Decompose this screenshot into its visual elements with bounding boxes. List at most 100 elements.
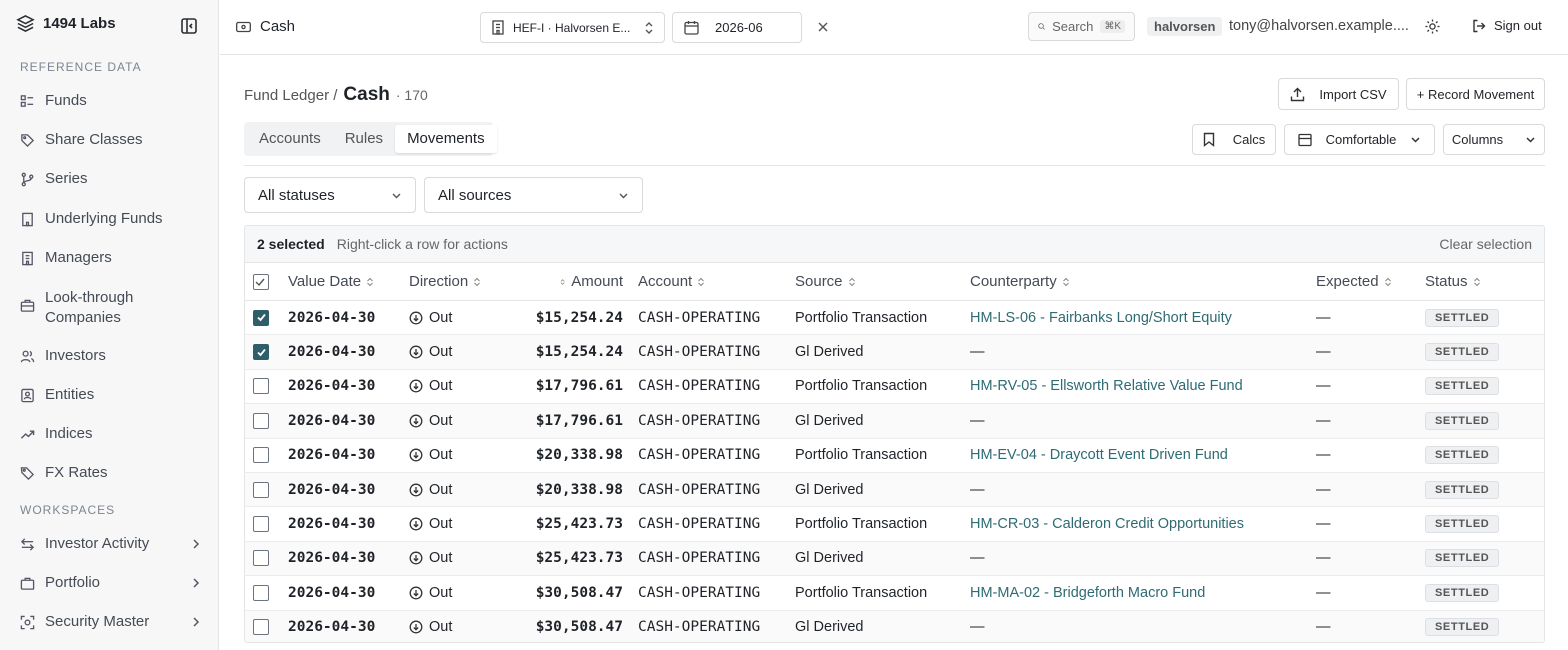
breadcrumb-parent[interactable]: Fund Ledger / (244, 87, 337, 104)
search-input[interactable]: Search ⌘K (1028, 12, 1135, 41)
direction-label: Out (429, 412, 453, 429)
table-row[interactable]: 2026-04-30 Out $20,338.98 CASH-OPERATING Gl … (245, 472, 1544, 508)
counterparty-cell[interactable]: HM-LS-06 - Fairbanks Long/Short Equity (970, 301, 1232, 334)
table-row[interactable]: 2026-04-30 Out $15,254.24 CASH-OPERATING Gl … (245, 335, 1544, 370)
sort-icon[interactable] (560, 277, 565, 287)
sidebar-item-entities[interactable]: Entities (20, 386, 210, 403)
value-date-cell: 2026-04-30 (288, 516, 376, 533)
column-header-direction[interactable]: Direction (409, 263, 481, 300)
sort-icon[interactable] (848, 277, 856, 287)
sort-icon[interactable] (366, 277, 374, 287)
account-cell: CASH-OPERATING (638, 619, 761, 636)
calendar-icon (684, 21, 699, 35)
page-indicator: Cash (236, 18, 295, 35)
row-checkbox[interactable] (253, 344, 269, 361)
calcs-button[interactable]: Calcs (1192, 124, 1276, 155)
sort-icon[interactable] (1384, 277, 1392, 287)
record-movement-button[interactable]: + Record Movement (1406, 78, 1545, 110)
sort-icon[interactable] (697, 277, 705, 287)
sidebar-item-investor-activity[interactable]: Investor Activity (20, 535, 210, 552)
sidebar-item-look-through-companies[interactable]: Look-through Companies (20, 288, 210, 328)
sidebar-item-funds[interactable]: Funds (20, 92, 210, 109)
source-cell: Gl Derived (795, 619, 864, 636)
counterparty-cell[interactable]: HM-RV-05 - Ellsworth Relative Value Fund (970, 370, 1243, 403)
amount-cell: $17,796.61 (535, 378, 623, 395)
row-checkbox[interactable] (253, 378, 269, 395)
sort-icon[interactable] (1062, 277, 1070, 287)
tab-movements[interactable]: Movements (395, 125, 497, 153)
row-select-cell (253, 473, 269, 506)
table-row[interactable]: 2026-04-30 Out $17,796.61 CASH-OPERATING Por… (245, 370, 1544, 405)
row-checkbox[interactable] (253, 619, 269, 636)
column-header-status[interactable]: Status (1425, 263, 1481, 300)
row-select-cell (253, 335, 269, 368)
expected-cell: — (1316, 378, 1331, 395)
sidebar-item-managers[interactable]: Managers (20, 249, 210, 266)
source-cell: Portfolio Transaction (795, 378, 928, 395)
id-card-icon (21, 388, 34, 403)
status-cell: SETTLED (1425, 335, 1500, 368)
table-row[interactable]: 2026-04-30 Out $17,796.61 CASH-OPERATING Gl … (245, 404, 1544, 439)
sidebar-item-fx-rates[interactable]: FX Rates (20, 464, 210, 481)
building-icon (22, 212, 33, 227)
scan-icon (20, 615, 35, 630)
table-row[interactable]: 2026-04-30 Out $30,508.47 CASH-OPERATING Por… (245, 576, 1544, 611)
value-date-cell: 2026-04-30 (288, 378, 376, 395)
status-filter[interactable]: All statuses (244, 177, 416, 213)
row-checkbox[interactable] (253, 516, 269, 533)
theme-toggle-icon[interactable] (1425, 19, 1440, 34)
sidebar-item-share-classes[interactable]: Share Classes (20, 131, 210, 148)
sort-icon[interactable] (473, 277, 481, 287)
table-row[interactable]: 2026-04-30 Out $25,423.73 CASH-OPERATING Por… (245, 507, 1544, 542)
row-checkbox[interactable] (253, 584, 269, 601)
sidebar-item-portfolio[interactable]: Portfolio (20, 574, 210, 591)
sidebar-item-indices[interactable]: Indices (20, 425, 210, 442)
clear-selection-button[interactable]: Clear selection (1439, 236, 1532, 252)
counterparty-cell: — (970, 412, 985, 429)
table-row[interactable]: 2026-04-30 Out $25,423.73 CASH-OPERATING Gl … (245, 541, 1544, 577)
brand[interactable]: 1494 Labs (16, 14, 116, 33)
sort-icon[interactable] (1473, 277, 1481, 287)
counterparty-cell[interactable]: HM-CR-03 - Calderon Credit Opportunities (970, 507, 1244, 540)
table-row[interactable]: 2026-04-30 Out $30,508.47 CASH-OPERATING Gl … (245, 610, 1544, 642)
counterparty-cell[interactable]: HM-MA-02 - Bridgeforth Macro Fund (970, 576, 1205, 609)
column-header-counterparty[interactable]: Counterparty (970, 263, 1070, 300)
sign-out-button[interactable]: Sign out (1472, 18, 1542, 33)
column-header-source[interactable]: Source (795, 263, 856, 300)
table-row[interactable]: 2026-04-30 Out $15,254.24 CASH-OPERATING Por… (245, 301, 1544, 336)
column-header-value-date[interactable]: Value Date (288, 263, 374, 300)
fund-select[interactable]: HEF-I · Halvorsen E... (480, 12, 665, 43)
sidebar-item-underlying-funds[interactable]: Underlying Funds (20, 210, 210, 227)
row-checkbox[interactable] (253, 481, 269, 498)
row-checkbox[interactable] (253, 309, 269, 326)
source-filter[interactable]: All sources (424, 177, 643, 213)
sidebar-toggle-icon[interactable] (180, 17, 198, 35)
tab-rules[interactable]: Rules (333, 125, 395, 153)
check-icon (256, 314, 266, 322)
row-checkbox[interactable] (253, 412, 269, 429)
sidebar-item-security-master[interactable]: Security Master (20, 613, 210, 630)
counterparty-cell[interactable]: HM-EV-04 - Draycott Event Driven Fund (970, 439, 1228, 472)
columns-select[interactable]: Columns (1443, 124, 1545, 155)
arrow-down-circle-icon (409, 345, 423, 359)
row-checkbox[interactable] (253, 550, 269, 567)
table-row[interactable]: 2026-04-30 Out $20,338.98 CASH-OPERATING Por… (245, 439, 1544, 473)
sidebar-item-investors[interactable]: Investors (20, 347, 210, 364)
import-csv-button[interactable]: Import CSV (1278, 78, 1399, 110)
select-all-checkbox[interactable] (253, 273, 269, 290)
column-header-amount[interactable]: Amount (555, 263, 623, 300)
status-cell: SETTLED (1425, 439, 1500, 472)
density-select[interactable]: Comfortable (1284, 124, 1435, 155)
column-header-account[interactable]: Account (638, 263, 705, 300)
column-header-expected[interactable]: Expected (1316, 263, 1392, 300)
tab-accounts[interactable]: Accounts (247, 125, 333, 153)
building-icon (22, 251, 33, 266)
table-body: 2026-04-30 Out $15,254.24 CASH-OPERATING Por… (245, 301, 1544, 642)
sidebar-item-series[interactable]: Series (20, 170, 210, 187)
close-icon[interactable] (817, 21, 829, 33)
period-picker[interactable]: 2026-06 (672, 12, 802, 43)
amount-cell: $20,338.98 (535, 447, 623, 464)
check-icon (255, 278, 265, 286)
row-checkbox[interactable] (253, 447, 269, 464)
direction-cell: Out (409, 301, 452, 334)
